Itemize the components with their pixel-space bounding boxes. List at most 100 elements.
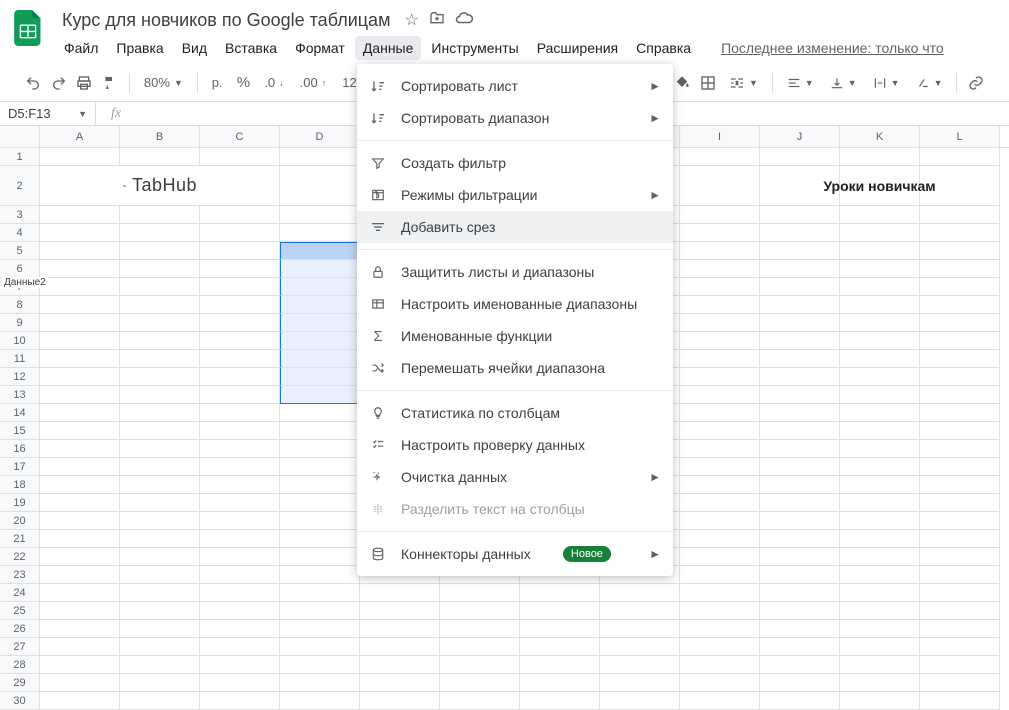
row-header[interactable]: 10 (0, 332, 40, 350)
submenu-arrow-icon: ► (649, 188, 661, 202)
checklist-icon (369, 436, 387, 454)
col-header[interactable]: J (760, 126, 840, 147)
row-header[interactable]: 5 (0, 242, 40, 260)
menu-file[interactable]: Файл (56, 36, 106, 60)
filter-views-icon (369, 186, 387, 204)
menu-edit[interactable]: Правка (108, 36, 171, 60)
print-button[interactable] (74, 70, 96, 96)
col-header[interactable]: D (280, 126, 360, 147)
name-box[interactable]: D5:F13▼ (0, 102, 96, 125)
menu-data-validation[interactable]: Настроить проверку данных (357, 429, 673, 461)
col-header[interactable]: A (40, 126, 120, 147)
col-header[interactable]: L (920, 126, 1000, 147)
zoom-select[interactable]: 80%▼ (138, 75, 189, 90)
menu-create-filter[interactable]: Создать фильтр (357, 147, 673, 179)
menu-view[interactable]: Вид (174, 36, 215, 60)
row-header[interactable]: 8 (0, 296, 40, 314)
row-header[interactable]: 23 (0, 566, 40, 584)
text-wrap-button[interactable]: ▼ (867, 76, 906, 90)
text-rotation-button[interactable]: ▼ (910, 76, 949, 90)
menu-add-slicer[interactable]: Добавить срез (357, 211, 673, 243)
col-header[interactable]: B (120, 126, 200, 147)
fill-color-button[interactable] (672, 70, 694, 96)
row-header[interactable]: 2 (0, 166, 40, 206)
menu-extensions[interactable]: Расширения (529, 36, 626, 60)
undo-button[interactable] (22, 70, 44, 96)
row-header[interactable]: 22 (0, 548, 40, 566)
vertical-align-button[interactable]: ▼ (824, 76, 863, 90)
row-header[interactable]: 28 (0, 656, 40, 674)
menu-sort-range[interactable]: Сортировать диапазон► (357, 102, 673, 134)
document-title[interactable]: Курс для новчиков по Google таблицам (56, 8, 396, 33)
menu-filter-views[interactable]: Режимы фильтрации► (357, 179, 673, 211)
row-header[interactable]: 17 (0, 458, 40, 476)
submenu-arrow-icon: ► (649, 79, 661, 93)
menu-randomize-range[interactable]: Перемешать ячейки диапазона (357, 352, 673, 384)
menu-insert[interactable]: Вставка (217, 36, 285, 60)
row-header[interactable]: 21 (0, 530, 40, 548)
named-range-tag: Данные2 (2, 277, 48, 288)
row-header[interactable]: 12 (0, 368, 40, 386)
borders-button[interactable] (697, 70, 719, 96)
select-all-corner[interactable] (0, 126, 40, 147)
last-change-link[interactable]: Последнее изменение: только что (721, 40, 944, 56)
menu-data-connectors[interactable]: Коннекторы данныхНовое► (357, 538, 673, 570)
row-header[interactable]: 20 (0, 512, 40, 530)
row-header[interactable]: 13 (0, 386, 40, 404)
currency-button[interactable]: р. (206, 75, 229, 90)
sheets-app-icon[interactable] (8, 8, 48, 48)
row-header[interactable]: 6 (0, 260, 40, 278)
row-header[interactable]: 4 (0, 224, 40, 242)
sort-sheet-icon (369, 77, 387, 95)
menu-format[interactable]: Формат (287, 36, 353, 60)
slicer-icon (369, 218, 387, 236)
row-header[interactable]: 18 (0, 476, 40, 494)
menu-named-functions[interactable]: ΣИменованные функции (357, 320, 673, 352)
new-badge: Новое (563, 546, 611, 562)
decrease-decimal-button[interactable]: .0↓ (258, 75, 289, 90)
col-header[interactable]: K (840, 126, 920, 147)
menu-sort-sheet[interactable]: Сортировать лист► (357, 70, 673, 102)
shuffle-icon (369, 359, 387, 377)
row-header[interactable]: 1 (0, 148, 40, 166)
sparkle-icon (369, 468, 387, 486)
menu-tools[interactable]: Инструменты (423, 36, 526, 60)
menu-named-ranges[interactable]: Настроить именованные диапазоны (357, 288, 673, 320)
row-header[interactable]: 27 (0, 638, 40, 656)
row-header[interactable]: 11 (0, 350, 40, 368)
row-header[interactable]: 19 (0, 494, 40, 512)
increase-decimal-button[interactable]: .00↑ (294, 75, 333, 90)
active-cell[interactable] (280, 242, 360, 260)
data-menu-dropdown: Сортировать лист► Сортировать диапазон► … (357, 64, 673, 576)
insert-link-button[interactable] (965, 70, 987, 96)
col-header[interactable]: C (200, 126, 280, 147)
menu-protect-sheets[interactable]: Защитить листы и диапазоны (357, 256, 673, 288)
horizontal-align-button[interactable]: ▼ (781, 76, 820, 90)
row-header[interactable]: 26 (0, 620, 40, 638)
lightbulb-icon (369, 404, 387, 422)
paint-format-button[interactable] (99, 70, 121, 96)
cloud-status-icon[interactable] (455, 10, 473, 30)
sort-range-icon (369, 109, 387, 127)
col-header[interactable]: I (680, 126, 760, 147)
row-header[interactable]: 25 (0, 602, 40, 620)
row-header[interactable]: 9 (0, 314, 40, 332)
menu-help[interactable]: Справка (628, 36, 699, 60)
star-icon[interactable]: ☆ (404, 10, 418, 30)
row-header[interactable]: 30 (0, 692, 40, 710)
percent-button[interactable]: % (233, 70, 255, 96)
row-header[interactable]: 14 (0, 404, 40, 422)
row-header[interactable]: 3 (0, 206, 40, 224)
menu-data-cleanup[interactable]: Очистка данных► (357, 461, 673, 493)
menu-data[interactable]: Данные (355, 36, 422, 60)
row-header[interactable]: 29 (0, 674, 40, 692)
move-icon[interactable] (429, 10, 445, 30)
redo-button[interactable] (48, 70, 70, 96)
menu-column-stats[interactable]: Статистика по столбцам (357, 397, 673, 429)
merge-cells-button[interactable]: ▼ (723, 75, 764, 91)
sigma-icon: Σ (369, 327, 387, 345)
menu-split-text: Разделить текст на столбцы (357, 493, 673, 525)
row-header[interactable]: 16 (0, 440, 40, 458)
row-header[interactable]: 15 (0, 422, 40, 440)
row-header[interactable]: 24 (0, 584, 40, 602)
